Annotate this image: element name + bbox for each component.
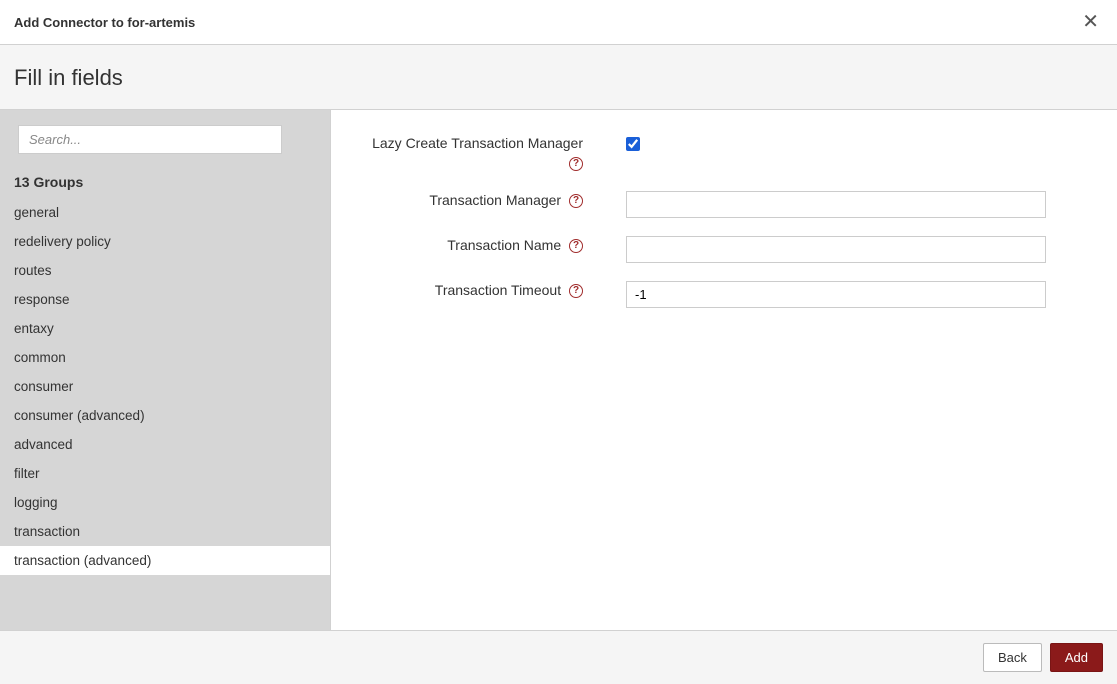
modal-header: Add Connector to for-artemis ✕	[0, 0, 1117, 45]
modal-title: Add Connector to for-artemis	[14, 15, 195, 30]
add-button[interactable]: Add	[1050, 643, 1103, 672]
form-row-txn-manager: Transaction Manager ?	[371, 191, 1077, 218]
input-txn-manager[interactable]	[626, 191, 1046, 218]
sidebar-item-consumer[interactable]: consumer	[0, 372, 330, 401]
group-list: generalredelivery policyroutesresponseen…	[0, 198, 330, 630]
control-txn-manager	[626, 191, 1077, 218]
sidebar-item-routes[interactable]: routes	[0, 256, 330, 285]
sidebar-item-advanced[interactable]: advanced	[0, 430, 330, 459]
page-title: Fill in fields	[14, 65, 1103, 91]
form-row-txn-name: Transaction Name ?	[371, 236, 1077, 263]
close-icon[interactable]: ✕	[1078, 12, 1103, 32]
search-input[interactable]	[18, 125, 282, 154]
sidebar-item-response[interactable]: response	[0, 285, 330, 314]
checkbox-lazy-create[interactable]	[626, 137, 640, 151]
help-icon[interactable]: ?	[569, 194, 583, 208]
label-txn-name: Transaction Name ?	[371, 236, 591, 256]
sidebar-item-filter[interactable]: filter	[0, 459, 330, 488]
sidebar-item-entaxy[interactable]: entaxy	[0, 314, 330, 343]
page-title-bar: Fill in fields	[0, 45, 1117, 110]
sidebar-item-consumer-advanced-[interactable]: consumer (advanced)	[0, 401, 330, 430]
sidebar-item-common[interactable]: common	[0, 343, 330, 372]
control-txn-timeout	[626, 281, 1077, 308]
sidebar-item-general[interactable]: general	[0, 198, 330, 227]
groups-count: 13 Groups	[0, 164, 330, 198]
sidebar-item-transaction-advanced-[interactable]: transaction (advanced)	[0, 546, 330, 575]
sidebar-item-transaction[interactable]: transaction	[0, 517, 330, 546]
control-lazy-create	[626, 134, 1077, 154]
input-txn-name[interactable]	[626, 236, 1046, 263]
label-txn-manager: Transaction Manager ?	[371, 191, 591, 211]
modal-footer: Back Add	[0, 630, 1117, 684]
content-area: 13 Groups generalredelivery policyroutes…	[0, 110, 1117, 630]
search-box	[0, 110, 330, 164]
control-txn-name	[626, 236, 1077, 263]
back-button[interactable]: Back	[983, 643, 1042, 672]
label-lazy-create: Lazy Create Transaction Manager ?	[371, 134, 591, 173]
sidebar-item-logging[interactable]: logging	[0, 488, 330, 517]
sidebar: 13 Groups generalredelivery policyroutes…	[0, 110, 331, 630]
help-icon[interactable]: ?	[569, 239, 583, 253]
label-txn-timeout: Transaction Timeout ?	[371, 281, 591, 301]
form-row-lazy-create: Lazy Create Transaction Manager ?	[371, 134, 1077, 173]
form-panel: Lazy Create Transaction Manager ? Transa…	[331, 110, 1117, 630]
sidebar-item-redelivery-policy[interactable]: redelivery policy	[0, 227, 330, 256]
input-txn-timeout[interactable]	[626, 281, 1046, 308]
form-row-txn-timeout: Transaction Timeout ?	[371, 281, 1077, 308]
help-icon[interactable]: ?	[569, 157, 583, 171]
help-icon[interactable]: ?	[569, 284, 583, 298]
